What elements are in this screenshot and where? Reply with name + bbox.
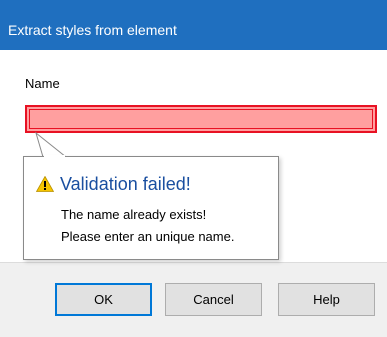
ok-button[interactable]: OK	[55, 283, 152, 316]
validation-message-line1: The name already exists!	[61, 207, 207, 222]
validation-tooltip: Validation failed! The name already exis…	[23, 156, 279, 260]
warning-icon	[36, 176, 54, 192]
name-input[interactable]	[25, 105, 377, 133]
tooltip-header: Validation failed!	[36, 174, 191, 194]
dialog-titlebar: Extract styles from element	[0, 0, 387, 50]
validation-title: Validation failed!	[60, 174, 191, 194]
help-button[interactable]: Help	[278, 283, 375, 316]
extract-styles-dialog: Extract styles from element Name OK Canc…	[0, 0, 387, 337]
dialog-title: Extract styles from element	[8, 22, 177, 38]
validation-message-line2: Please enter an unique name.	[61, 229, 235, 244]
cancel-button[interactable]: Cancel	[165, 283, 262, 316]
name-label: Name	[25, 76, 60, 91]
